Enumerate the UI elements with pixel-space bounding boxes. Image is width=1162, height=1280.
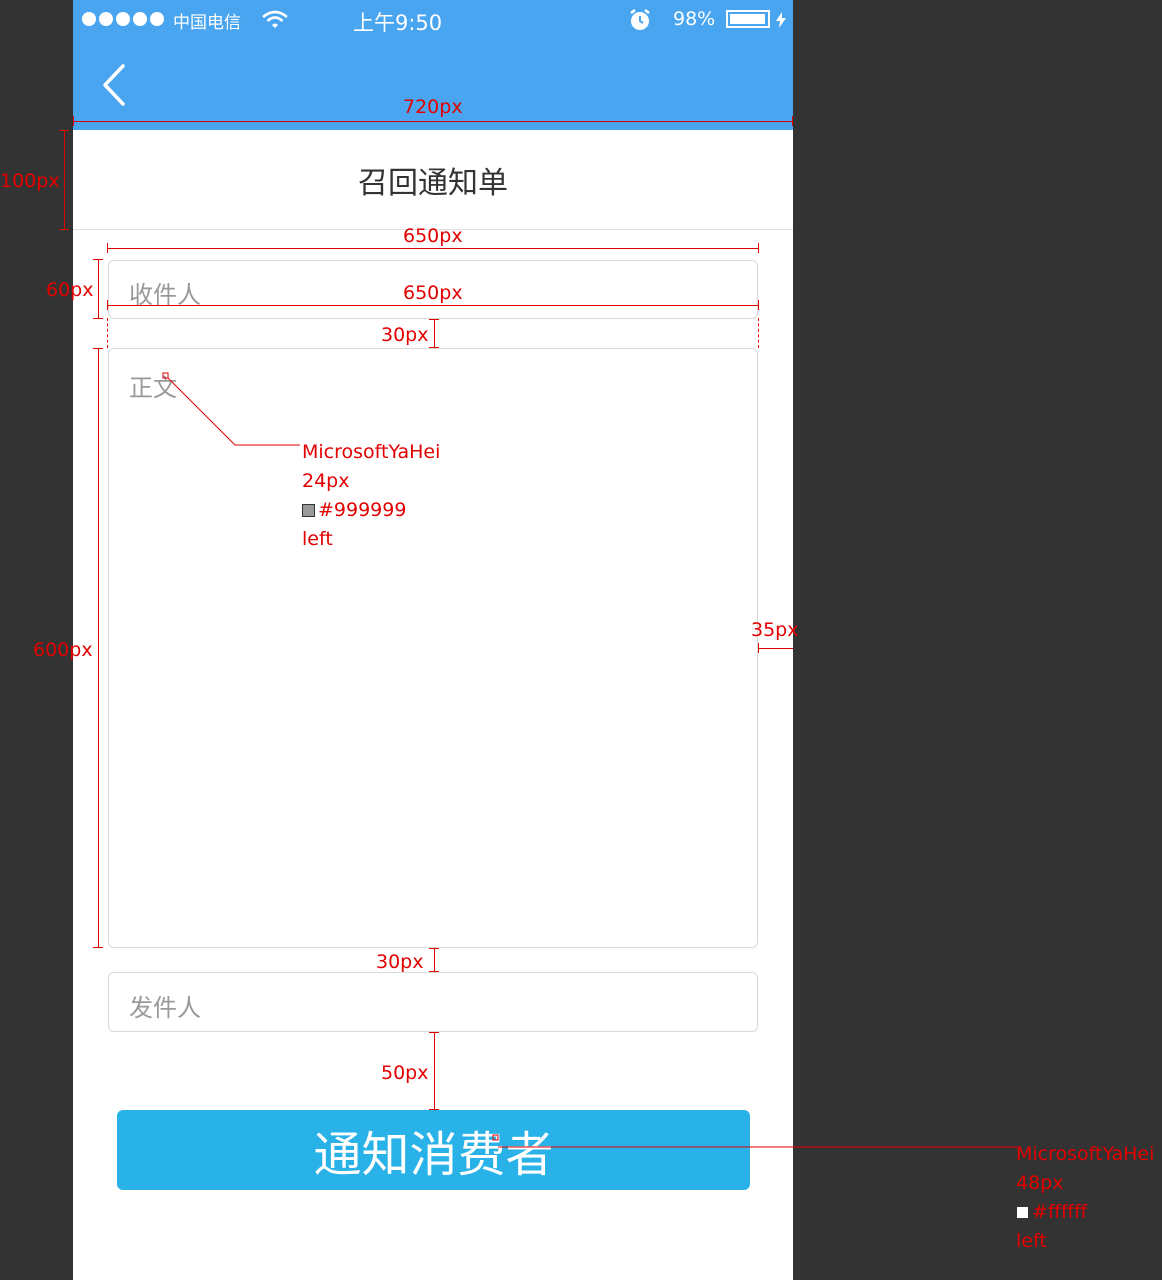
button-font-callout: MicrosoftYaHei 48px #ffffff left (1016, 1140, 1154, 1256)
measure-label-650-a: 650px (403, 225, 463, 247)
back-button[interactable] (101, 64, 127, 106)
measure-label-720: 720px (403, 96, 463, 118)
measure-label-100: 100px (0, 170, 60, 192)
callout-font-size: 48px (1016, 1172, 1064, 1194)
measure-tick (429, 1109, 439, 1110)
guide-dashed (758, 318, 760, 348)
measure-label-35: 35px (751, 619, 799, 641)
page-title: 召回通知单 (73, 130, 793, 230)
measure-tick (107, 243, 108, 253)
callout-font-align: left (1016, 1230, 1047, 1252)
carrier-label: 中国电信 (173, 13, 241, 33)
wifi-icon (262, 10, 288, 28)
measure-label-30-a: 30px (381, 324, 429, 346)
measure-label-650-b: 650px (403, 282, 463, 304)
measure-tick (107, 300, 108, 310)
measure-tick (758, 243, 759, 253)
measure-tick (792, 116, 793, 126)
measure-line-600 (98, 348, 99, 948)
measure-line-60 (98, 259, 99, 319)
measure-line-30-a (434, 319, 435, 348)
callout-font-family: MicrosoftYaHei (302, 441, 441, 463)
callout-font-color: #ffffff (1016, 1198, 1154, 1227)
measure-tick (429, 1032, 439, 1033)
callout-font-family: MicrosoftYaHei (1016, 1143, 1155, 1165)
battery-percent: 98% (673, 8, 716, 30)
phone-screen: 中国电信 上午9:50 98% 召回通知单 收件人 正文 发件人 通知消费者 (73, 0, 793, 1280)
measure-tick (429, 347, 439, 348)
alarm-clock-icon (630, 9, 650, 30)
callout-font-color: #999999 (302, 496, 440, 525)
sender-placeholder: 发件人 (129, 994, 201, 1022)
measure-label-60: 60px (46, 279, 94, 301)
measure-tick (758, 300, 759, 310)
callout-color-value: #ffffff (1032, 1201, 1088, 1223)
measure-tick (429, 948, 439, 949)
measure-tick (59, 130, 69, 131)
callout-leader-line (162, 372, 300, 446)
measure-label-30-b: 30px (376, 951, 424, 973)
battery-icon (726, 10, 770, 28)
measure-tick (59, 229, 69, 230)
battery-level (730, 14, 766, 24)
sender-input[interactable]: 发件人 (108, 972, 758, 1032)
measure-line-720 (73, 121, 793, 122)
callout-font-size: 24px (302, 470, 350, 492)
status-bar: 中国电信 上午9:50 98% (73, 0, 793, 40)
measure-tick (93, 259, 103, 260)
measure-label-50: 50px (381, 1062, 429, 1084)
measure-tick (429, 971, 439, 972)
measure-label-600: 600px (33, 639, 93, 661)
color-swatch (1016, 1206, 1029, 1219)
guide-dashed (107, 318, 109, 348)
measure-line-650-b (107, 305, 759, 306)
measure-line-650-a (107, 248, 759, 249)
measure-tick (93, 947, 103, 948)
measure-line-50 (434, 1032, 435, 1110)
measure-tick (93, 318, 103, 319)
color-swatch (302, 504, 315, 517)
measure-tick (429, 319, 439, 320)
body-font-callout: MicrosoftYaHei 24px #999999 left (302, 438, 440, 554)
measure-tick (73, 116, 74, 126)
clock-time: 上午9:50 (353, 11, 443, 35)
signal-strength-icon (82, 12, 164, 26)
callout-color-value: #999999 (318, 499, 407, 521)
measure-line-35 (758, 648, 793, 649)
measure-line-100 (64, 130, 65, 230)
measure-tick (758, 643, 759, 653)
charging-bolt-icon (776, 12, 786, 28)
callout-leader-line (492, 1134, 1018, 1148)
measure-tick (93, 348, 103, 349)
callout-font-align: left (302, 528, 333, 550)
measure-line-30-b (434, 948, 435, 972)
